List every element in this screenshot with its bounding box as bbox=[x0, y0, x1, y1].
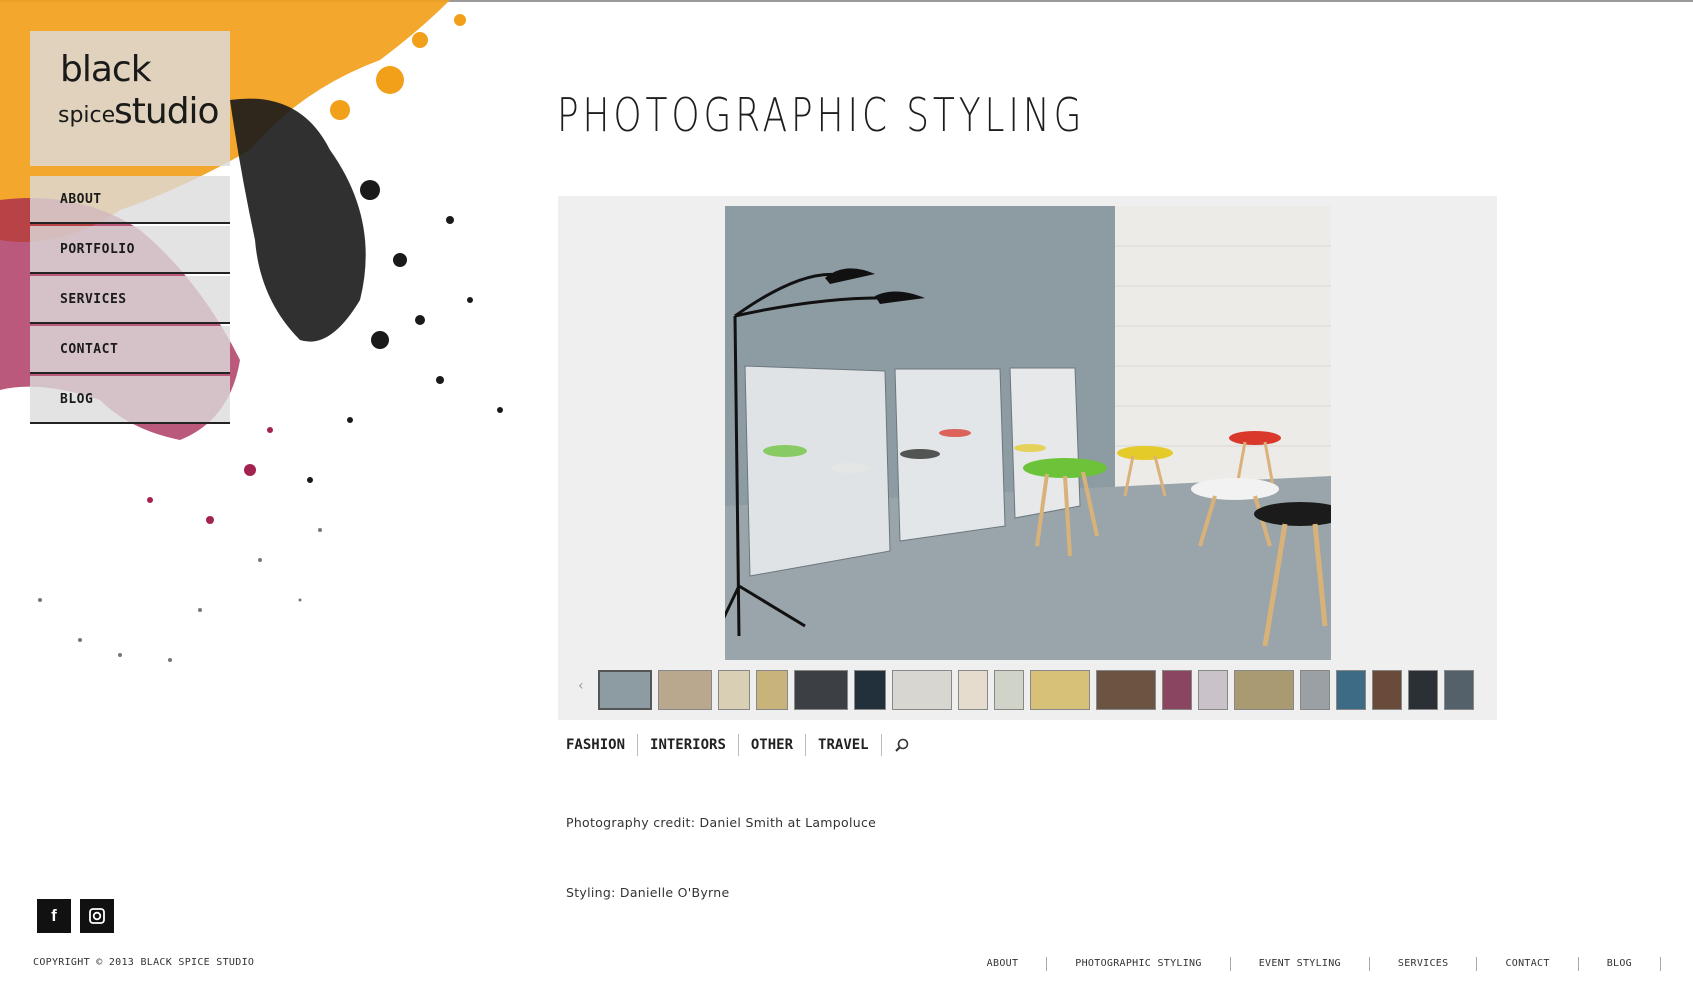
nav-item-label: ABOUT bbox=[60, 192, 102, 207]
gallery-thumbnail[interactable] bbox=[1336, 670, 1366, 710]
nav-item-blog[interactable]: BLOG bbox=[30, 376, 230, 424]
image-gallery: ‹ › bbox=[558, 196, 1497, 720]
logo-word-black: black bbox=[60, 49, 152, 90]
gallery-prev-arrow[interactable]: ‹ bbox=[578, 678, 584, 694]
gallery-thumbnail[interactable] bbox=[1198, 670, 1228, 710]
footer-link-services[interactable]: SERVICES bbox=[1370, 957, 1478, 971]
footer-link-contact[interactable]: CONTACT bbox=[1477, 957, 1579, 971]
gallery-thumbnail[interactable] bbox=[598, 670, 652, 710]
nav-item-about[interactable]: ABOUT bbox=[30, 176, 230, 224]
gallery-thumbnail[interactable] bbox=[718, 670, 750, 710]
photo-interior-tables bbox=[725, 206, 1331, 660]
styling-credit-text: Styling: Danielle O'Byrne bbox=[566, 885, 730, 900]
sidebar-nav: ABOUT PORTFOLIO SERVICES CONTACT BLOG bbox=[30, 176, 230, 426]
instagram-icon[interactable] bbox=[80, 899, 114, 933]
filter-fashion[interactable]: FASHION bbox=[566, 734, 639, 756]
filter-travel[interactable]: TRAVEL bbox=[806, 734, 882, 756]
grey-dust bbox=[38, 528, 322, 662]
nav-item-label: PORTFOLIO bbox=[60, 242, 135, 257]
search-icon[interactable] bbox=[894, 737, 910, 753]
facebook-icon[interactable]: f bbox=[37, 899, 71, 933]
gallery-thumbnail[interactable] bbox=[1300, 670, 1330, 710]
page-title: PHOTOGRAPHIC STYLING bbox=[557, 88, 1086, 142]
nav-item-services[interactable]: SERVICES bbox=[30, 276, 230, 324]
gallery-thumbnail[interactable] bbox=[658, 670, 712, 710]
footer-link-about[interactable]: ABOUT bbox=[959, 957, 1048, 971]
logo-word-studio: studio bbox=[114, 91, 220, 132]
gallery-thumbnail[interactable] bbox=[1162, 670, 1192, 710]
copyright-text: COPYRIGHT © 2013 BLACK SPICE STUDIO bbox=[33, 957, 255, 968]
nav-item-contact[interactable]: CONTACT bbox=[30, 326, 230, 374]
gallery-thumbnail[interactable] bbox=[958, 670, 988, 710]
gallery-thumbnail[interactable] bbox=[892, 670, 952, 710]
footer-link-blog[interactable]: BLOG bbox=[1579, 957, 1661, 971]
logo-word-spice: spice bbox=[58, 103, 116, 128]
category-filters: FASHION INTERIORS OTHER TRAVEL bbox=[566, 734, 910, 756]
gallery-thumbnail[interactable] bbox=[1372, 670, 1402, 710]
main-photo[interactable] bbox=[725, 206, 1331, 660]
gallery-thumbnail[interactable] bbox=[1408, 670, 1438, 710]
gallery-thumbnail[interactable] bbox=[1030, 670, 1090, 710]
nav-item-label: CONTACT bbox=[60, 342, 119, 357]
gallery-thumbnail[interactable] bbox=[794, 670, 848, 710]
site-logo[interactable]: black spice studio bbox=[30, 31, 230, 166]
gallery-thumbnail[interactable] bbox=[1444, 670, 1474, 710]
footer-link-photographic-styling[interactable]: PHOTOGRAPHIC STYLING bbox=[1047, 957, 1231, 971]
gallery-thumbnail[interactable] bbox=[756, 670, 788, 710]
filter-interiors[interactable]: INTERIORS bbox=[638, 734, 739, 756]
gallery-thumbnail[interactable] bbox=[994, 670, 1024, 710]
filter-other[interactable]: OTHER bbox=[739, 734, 807, 756]
footer-nav: ABOUT PHOTOGRAPHIC STYLING EVENT STYLING… bbox=[959, 957, 1661, 971]
gallery-thumbnail[interactable] bbox=[854, 670, 886, 710]
nav-item-label: SERVICES bbox=[60, 292, 127, 307]
gallery-thumbnail[interactable] bbox=[1234, 670, 1294, 710]
photo-credit-text: Photography credit: Daniel Smith at Lamp… bbox=[566, 815, 877, 830]
gallery-thumbnail[interactable] bbox=[1096, 670, 1156, 710]
footer-link-event-styling[interactable]: EVENT STYLING bbox=[1231, 957, 1370, 971]
black-splash bbox=[230, 98, 503, 483]
nav-item-portfolio[interactable]: PORTFOLIO bbox=[30, 226, 230, 274]
nav-item-label: BLOG bbox=[60, 392, 94, 407]
